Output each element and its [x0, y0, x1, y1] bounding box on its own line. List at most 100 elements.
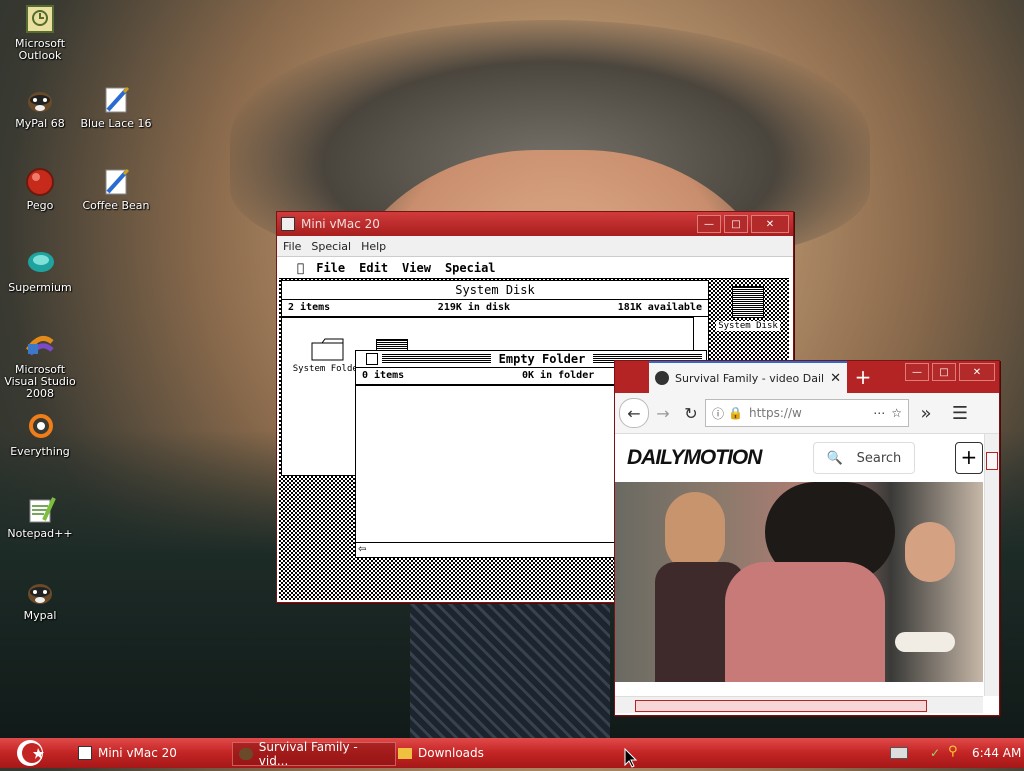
mypal-icon: [24, 84, 56, 116]
visual-studio-icon: [24, 330, 56, 362]
video-player[interactable]: [615, 482, 983, 682]
system-disk-items: 2 items: [288, 302, 331, 313]
browser-tab[interactable]: Survival Family - video Dail ✕: [649, 361, 847, 393]
pego-icon: [24, 166, 56, 198]
empty-folder-items: 0 items: [362, 370, 405, 381]
start-logo-icon: [17, 740, 44, 766]
tab-favicon-icon: [655, 371, 669, 385]
system-disk-available: 181K available: [617, 302, 702, 313]
dailymotion-logo[interactable]: DAILYMOTION: [627, 446, 762, 470]
site-search-label: Search: [856, 450, 902, 466]
upload-plus-button[interactable]: +: [954, 442, 983, 474]
minivmac-menubar: File Special Help: [277, 236, 793, 257]
vscroll-thumb[interactable]: [986, 452, 998, 470]
overflow-chevron-icon[interactable]: »: [909, 403, 943, 424]
blue-lace-icon: [100, 84, 132, 116]
mypal-task-icon: [239, 748, 253, 760]
page-actions-icon[interactable]: ⋯: [873, 406, 885, 420]
desktop-icon-notepadpp[interactable]: Notepad++: [0, 494, 80, 540]
mac-menubar:  File Edit View Special: [279, 258, 789, 279]
menu-file[interactable]: File: [283, 240, 301, 253]
site-search-button[interactable]: 🔍 Search: [813, 442, 915, 474]
maximize-button[interactable]: □: [724, 215, 748, 233]
dailymotion-header: DAILYMOTION 🔍 Search +: [615, 434, 983, 482]
taskbar-item-browser[interactable]: Survival Family - vid...: [232, 740, 396, 768]
close-box[interactable]: [366, 353, 378, 365]
new-tab-button[interactable]: +: [847, 363, 879, 393]
mouse-cursor-icon: [624, 748, 638, 768]
hscroll-thumb[interactable]: [635, 700, 927, 712]
mac-menu-edit[interactable]: Edit: [359, 261, 388, 275]
desktop-icon-coffee-bean[interactable]: Coffee Bean: [76, 166, 156, 212]
menu-help[interactable]: Help: [361, 240, 386, 253]
empty-folder-title: Empty Folder: [498, 352, 586, 366]
folder-icon: [311, 338, 344, 361]
mac-menu-file[interactable]: File: [316, 261, 345, 275]
reload-icon[interactable]: ↻: [677, 404, 705, 423]
minimize-button[interactable]: —: [697, 215, 721, 233]
desktop-icon-visual-studio[interactable]: Microsoft Visual Studio 2008: [0, 330, 80, 400]
desktop-icon-mypal68[interactable]: MyPal 68: [0, 84, 80, 130]
apple-icon[interactable]: : [297, 261, 304, 275]
browser-window: Survival Family - video Dail ✕ + — □ ✕ ←…: [614, 360, 1000, 716]
minivmac-app-icon: [281, 217, 295, 231]
system-disk-info: 2 items 219K in disk 181K available: [282, 300, 708, 318]
scroll-left-arrow-icon[interactable]: ⇦: [358, 544, 366, 555]
browser-tabbar: Survival Family - video Dail ✕ + — □ ✕: [615, 361, 999, 393]
taskbar-item-downloads[interactable]: Downloads: [392, 742, 490, 764]
folder-task-icon: [398, 747, 412, 759]
keyboard-tray-icon[interactable]: [890, 747, 908, 759]
minivmac-titlebar[interactable]: Mini vMac 20 — □ ✕: [277, 212, 793, 236]
browser-toolbar: ← → ↻ ⓘ 🔒 https://w ⋯ ☆ » ☰: [615, 393, 999, 434]
back-icon[interactable]: ←: [619, 398, 649, 428]
forward-icon[interactable]: →: [649, 404, 677, 423]
bookmark-star-icon[interactable]: ☆: [891, 406, 902, 420]
tab-title: Survival Family - video Dail: [675, 371, 825, 385]
hamburger-menu-icon[interactable]: ☰: [943, 403, 977, 424]
supermium-icon: [24, 248, 56, 280]
close-button[interactable]: ✕: [751, 215, 789, 233]
url-bar[interactable]: ⓘ 🔒 https://w ⋯ ☆: [705, 399, 909, 427]
search-icon: 🔍: [826, 450, 843, 466]
search-tray-icon[interactable]: ⚲: [948, 744, 958, 759]
page-vscroll[interactable]: [984, 434, 999, 696]
taskbar: Mini vMac 20 Survival Family - vid... Do…: [0, 738, 1024, 768]
mac-menu-special[interactable]: Special: [445, 261, 496, 275]
outlook-icon: [24, 4, 56, 36]
taskbar-item-minivmac[interactable]: Mini vMac 20: [72, 742, 183, 764]
notepadpp-icon: [24, 494, 56, 526]
minivmac-title: Mini vMac 20: [301, 217, 380, 231]
desktop-icon-blue-lace[interactable]: Blue Lace 16: [76, 84, 156, 130]
system-disk-used: 219K in disk: [437, 302, 511, 313]
desktop-icon-pego[interactable]: Pego: [0, 166, 80, 212]
mypal-icon: [24, 576, 56, 608]
mac-menu-view[interactable]: View: [402, 261, 431, 275]
menu-special[interactable]: Special: [311, 240, 351, 253]
tab-close-icon[interactable]: ✕: [830, 371, 841, 386]
system-disk-title[interactable]: System Disk: [282, 281, 708, 300]
page-content: DAILYMOTION 🔍 Search +: [615, 434, 983, 682]
empty-folder-size: 0K in folder: [522, 370, 595, 381]
disk-icon: [732, 286, 764, 318]
minivmac-task-icon: [78, 746, 92, 760]
browser-maximize-button[interactable]: □: [932, 363, 956, 381]
disk-label: System Disk: [716, 321, 780, 331]
taskbar-item-label: Survival Family - vid...: [258, 740, 358, 768]
desktop-icon-mypal[interactable]: Mypal: [0, 576, 80, 622]
desktop-icon-everything[interactable]: Everything: [0, 412, 80, 458]
desktop-icon-outlook[interactable]: Microsoft Outlook: [0, 4, 80, 62]
everything-icon: [24, 412, 56, 444]
mac-disk-icon[interactable]: System Disk: [713, 286, 783, 331]
browser-minimize-button[interactable]: —: [905, 363, 929, 381]
browser-close-button[interactable]: ✕: [959, 363, 995, 381]
network-tray-icon[interactable]: ✓: [930, 746, 940, 760]
info-icon[interactable]: ⓘ: [712, 405, 724, 422]
url-text: https://w: [748, 406, 802, 420]
desktop-icon-supermium[interactable]: Supermium: [0, 248, 80, 294]
coffee-bean-icon: [100, 166, 132, 198]
page-hscroll[interactable]: [615, 696, 983, 713]
start-button[interactable]: [10, 738, 50, 768]
taskbar-item-label: Mini vMac 20: [98, 746, 177, 760]
clock[interactable]: 6:44 AM: [972, 746, 1021, 760]
lock-icon: 🔒: [728, 406, 743, 420]
